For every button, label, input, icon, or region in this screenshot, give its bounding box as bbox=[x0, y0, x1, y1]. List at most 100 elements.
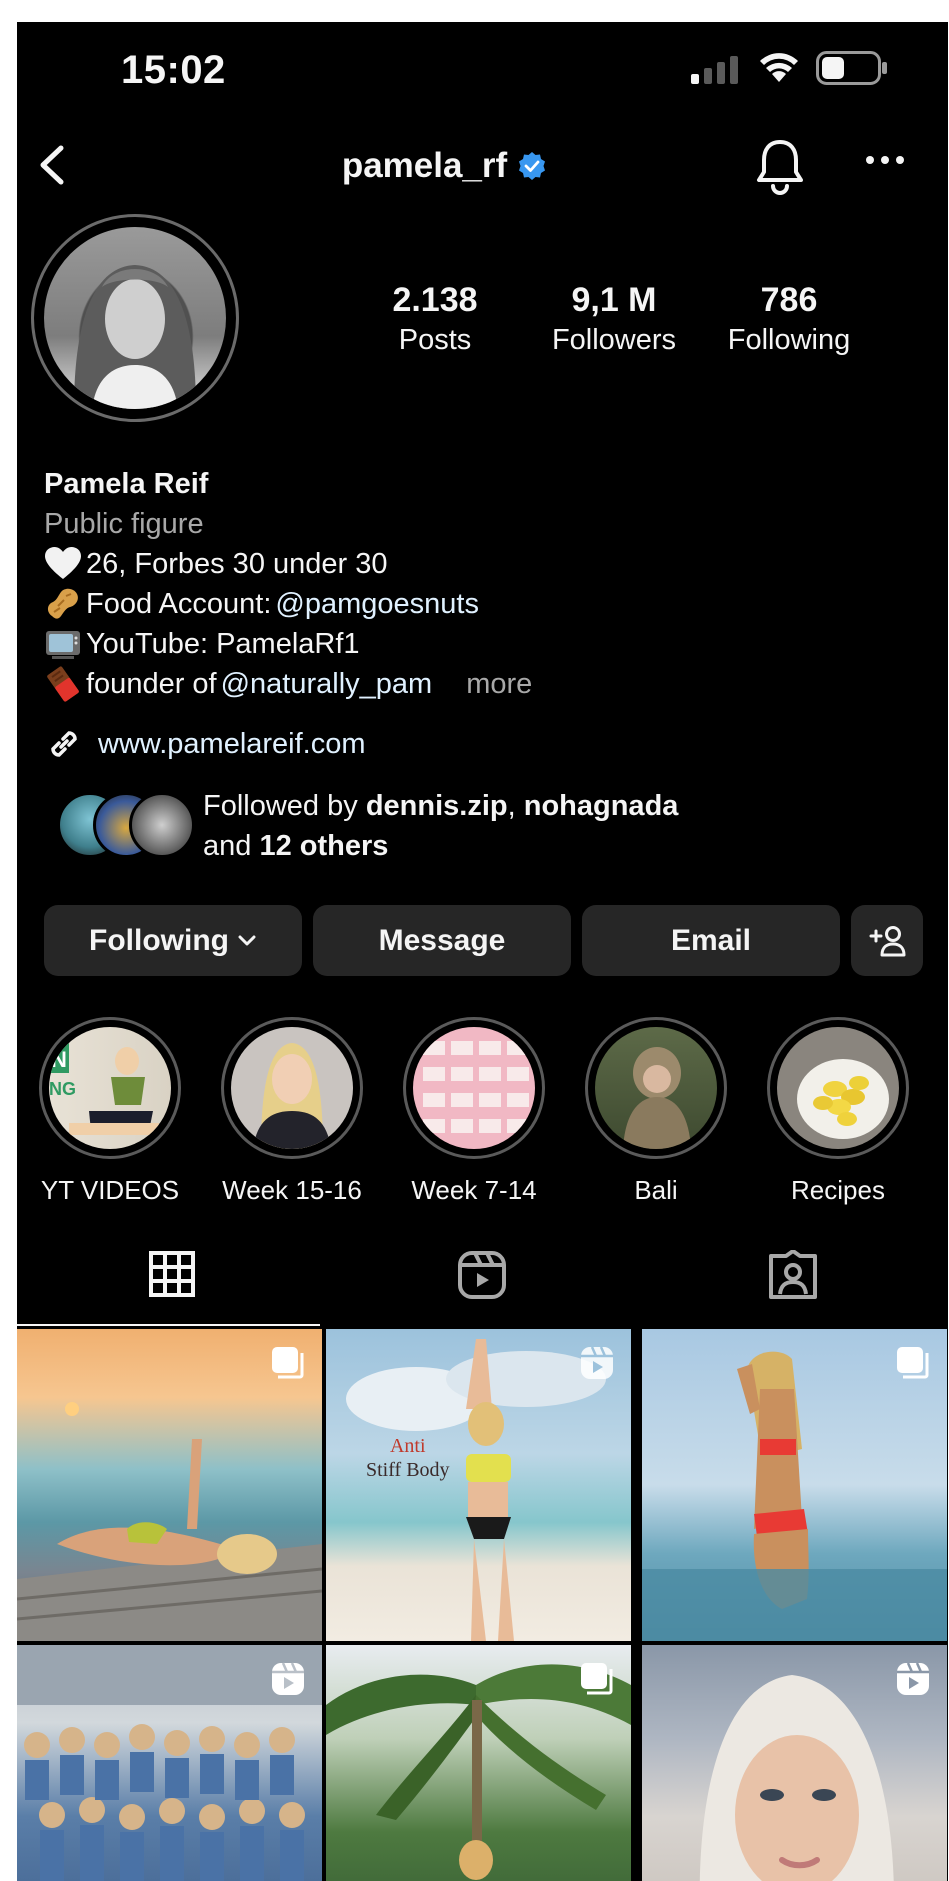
highlight-bali[interactable]: Bali bbox=[571, 1017, 741, 1206]
active-tab-indicator bbox=[17, 1324, 320, 1326]
followed-by-sep: , bbox=[507, 790, 524, 822]
highlight-label: Bali bbox=[634, 1175, 678, 1205]
stat-posts-value: 2.138 bbox=[392, 281, 478, 319]
stat-followers[interactable]: 9,1 M Followers bbox=[529, 280, 699, 360]
bio-line-1-text: 26, Forbes 30 under 30 bbox=[86, 548, 388, 580]
bell-icon[interactable] bbox=[754, 136, 806, 196]
bio-name: Pamela Reif bbox=[44, 468, 209, 500]
highlight-thumb bbox=[413, 1027, 535, 1149]
highlight-ring: N NG bbox=[39, 1017, 181, 1159]
post-thumbnail[interactable] bbox=[642, 1645, 947, 1881]
highlight-week-15-16[interactable]: Week 15-16 bbox=[207, 1017, 377, 1206]
stat-followers-label: Followers bbox=[551, 324, 677, 356]
followed-by-text[interactable]: Followed by dennis.zip, nohagnada and 12… bbox=[203, 786, 678, 866]
stat-following-label: Following bbox=[727, 324, 851, 356]
bio-line-2-text: Food Account: bbox=[86, 588, 272, 620]
highlight-thumb bbox=[595, 1027, 717, 1149]
website-row[interactable]: www.pamelareif.com bbox=[44, 724, 366, 764]
highlight-thumb-text-b: NG bbox=[49, 1079, 76, 1099]
stat-followers-value: 9,1 M bbox=[571, 281, 657, 319]
link-icon bbox=[51, 731, 77, 757]
post-thumbnail[interactable] bbox=[326, 1645, 631, 1881]
bio-line-4: founder of @naturally_pam more bbox=[44, 664, 924, 704]
tagged-icon bbox=[768, 1250, 817, 1299]
stat-following-value: 786 bbox=[760, 281, 818, 319]
profile-avatar[interactable] bbox=[44, 227, 226, 409]
highlight-week-7-14[interactable]: Week 7-14 bbox=[389, 1017, 559, 1206]
television-icon bbox=[46, 631, 80, 659]
reel-icon bbox=[581, 1346, 613, 1379]
post-caption-line-1: Anti bbox=[389, 1435, 426, 1457]
bio-naturally-pam-link[interactable]: @naturally_pam bbox=[221, 664, 433, 704]
highlight-thumb-art bbox=[253, 1043, 331, 1149]
followed-by-prefix: Followed by bbox=[203, 790, 366, 822]
post-thumbnail[interactable] bbox=[17, 1645, 322, 1881]
highlight-label: Week 7-14 bbox=[411, 1175, 537, 1205]
followed-by-user-2: nohagnada bbox=[523, 790, 679, 822]
following-button-label: Following bbox=[89, 923, 229, 957]
highlight-thumb: N NG bbox=[49, 1027, 171, 1149]
stat-following[interactable]: 786 Following bbox=[704, 280, 874, 360]
phone-screen: 15:02 pamela_rf 2.138 Posts 9,1 M Follow… bbox=[17, 22, 948, 1881]
highlight-yt-videos[interactable]: N NG YT VIDEOS bbox=[25, 1017, 195, 1206]
battery-icon bbox=[816, 51, 887, 85]
chocolate-bar-icon bbox=[47, 666, 79, 702]
message-button-label: Message bbox=[378, 923, 506, 957]
followed-by-and: and bbox=[203, 830, 260, 862]
highlight-recipes[interactable]: Recipes bbox=[753, 1017, 923, 1206]
followed-by-others: 12 others bbox=[259, 830, 389, 862]
highlight-thumb-art bbox=[423, 1041, 529, 1133]
highlight-ring bbox=[221, 1017, 363, 1159]
highlight-thumb bbox=[777, 1027, 899, 1149]
bio-category: Public figure bbox=[44, 508, 204, 540]
highlight-label: YT VIDEOS bbox=[40, 1175, 180, 1205]
highlight-ring bbox=[767, 1017, 909, 1159]
bio-line-2: Food Account: @pamgoesnuts bbox=[44, 584, 924, 624]
highlight-ring bbox=[403, 1017, 545, 1159]
wifi-icon bbox=[760, 53, 798, 82]
highlight-ring bbox=[585, 1017, 727, 1159]
tab-reels[interactable] bbox=[327, 1250, 637, 1328]
profile-username-header: pamela_rf bbox=[17, 146, 948, 186]
highlight-thumb-art: N NG bbox=[49, 1037, 159, 1135]
follower-avatar-3 bbox=[129, 792, 195, 858]
reel-icon bbox=[897, 1662, 929, 1695]
signal-icon bbox=[691, 56, 738, 84]
verified-icon bbox=[519, 152, 546, 180]
stat-posts[interactable]: 2.138 Posts bbox=[350, 280, 520, 360]
highlight-label: Week 15-16 bbox=[222, 1175, 362, 1205]
following-button[interactable]: Following bbox=[44, 905, 302, 976]
stat-posts-label: Posts bbox=[398, 324, 472, 356]
add-person-icon bbox=[869, 925, 906, 956]
website-link[interactable]: www.pamelareif.com bbox=[98, 728, 366, 761]
username-text: pamela_rf bbox=[341, 146, 508, 185]
post-thumbnail[interactable]: Anti Stiff Body bbox=[326, 1329, 631, 1641]
bio-line-3-text: YouTube: PamelaRf1 bbox=[86, 628, 360, 660]
profile-bio: Pamela Reif Public figure 26, Forbes 30 … bbox=[44, 464, 924, 704]
email-button[interactable]: Email bbox=[582, 905, 840, 976]
post-caption-line-2: Stiff Body bbox=[366, 1459, 450, 1481]
highlight-thumb bbox=[231, 1027, 353, 1149]
carousel-icon bbox=[581, 1663, 613, 1695]
carousel-icon bbox=[897, 1347, 929, 1379]
reel-icon bbox=[272, 1662, 304, 1695]
post-thumbnail[interactable] bbox=[642, 1329, 947, 1641]
message-button[interactable]: Message bbox=[313, 905, 571, 976]
bio-more-link[interactable]: more bbox=[466, 664, 532, 704]
more-icon[interactable] bbox=[865, 154, 905, 166]
highlight-thumb-text-a: N bbox=[51, 1047, 67, 1072]
followed-by-avatars[interactable] bbox=[57, 792, 207, 858]
grid-icon bbox=[149, 1251, 195, 1297]
tab-tagged[interactable] bbox=[637, 1250, 948, 1328]
followed-by-user-1: dennis.zip bbox=[365, 790, 508, 822]
white-heart-icon bbox=[45, 547, 81, 579]
peanut-icon bbox=[47, 588, 78, 619]
add-person-button[interactable] bbox=[851, 905, 923, 976]
carousel-icon bbox=[272, 1347, 304, 1379]
highlight-thumb-art bbox=[623, 1047, 691, 1149]
tab-posts-grid[interactable] bbox=[17, 1250, 327, 1328]
highlight-label: Recipes bbox=[791, 1175, 885, 1205]
post-thumbnail[interactable] bbox=[17, 1329, 322, 1641]
avatar-photo bbox=[74, 265, 196, 409]
bio-food-account-link[interactable]: @pamgoesnuts bbox=[275, 584, 479, 624]
